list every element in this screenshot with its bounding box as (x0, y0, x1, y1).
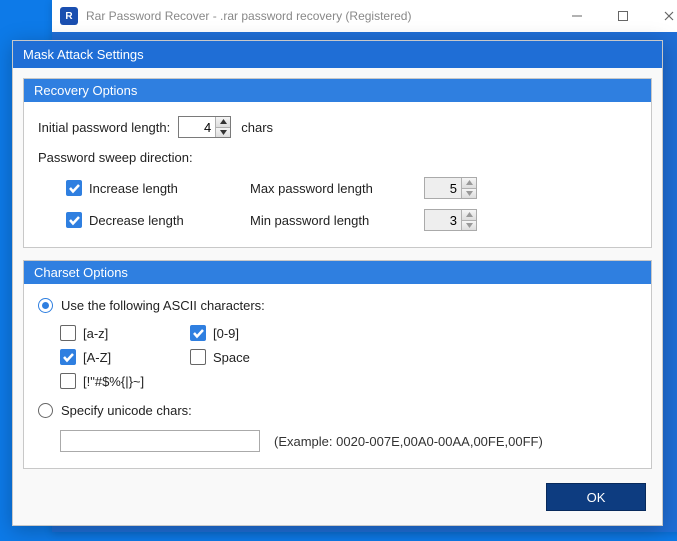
increase-length-checkbox[interactable]: Increase length (66, 180, 226, 196)
charset-group-title: Charset Options (24, 261, 651, 284)
charset-09-label: [0-9] (213, 326, 239, 341)
charset-AZ-checkbox[interactable]: [A-Z] (60, 349, 190, 365)
minimize-icon (572, 11, 582, 21)
ok-button[interactable]: OK (546, 483, 646, 511)
recovery-group-title: Recovery Options (24, 79, 651, 102)
ascii-radio-label: Use the following ASCII characters: (61, 298, 265, 313)
increase-length-label: Increase length (89, 181, 178, 196)
min-length-up[interactable] (462, 210, 476, 220)
charset-options-group: Charset Options Use the following ASCII … (23, 260, 652, 469)
radio-icon (38, 298, 53, 313)
maximize-icon (618, 11, 628, 21)
initial-length-down[interactable] (216, 127, 230, 138)
app-icon: R (60, 7, 78, 25)
dialog-title: Mask Attack Settings (13, 41, 662, 68)
check-icon (66, 212, 82, 228)
check-icon (60, 373, 76, 389)
min-length-input[interactable] (425, 210, 461, 230)
sweep-direction-label: Password sweep direction: (38, 150, 193, 165)
charset-az-checkbox[interactable]: [a-z] (60, 325, 190, 341)
charset-symbols-checkbox[interactable]: [!"#$%{|}~] (60, 373, 190, 389)
decrease-length-label: Decrease length (89, 213, 184, 228)
maximize-button[interactable] (600, 0, 646, 32)
mask-attack-dialog: Mask Attack Settings Recovery Options In… (12, 40, 663, 526)
unicode-example: (Example: 0020-007E,00A0-00AA,00FE,00FF) (274, 434, 543, 449)
unicode-radio-label: Specify unicode chars: (61, 403, 192, 418)
initial-length-input[interactable] (179, 117, 215, 137)
check-icon (66, 180, 82, 196)
chars-suffix: chars (241, 120, 273, 135)
close-button[interactable] (646, 0, 677, 32)
radio-icon (38, 403, 53, 418)
check-icon (190, 325, 206, 341)
charset-symbols-label: [!"#$%{|}~] (83, 374, 144, 389)
unicode-radio[interactable]: Specify unicode chars: (38, 403, 192, 418)
max-length-spinner[interactable] (424, 177, 477, 199)
max-length-down[interactable] (462, 188, 476, 199)
min-length-spinner[interactable] (424, 209, 477, 231)
minimize-button[interactable] (554, 0, 600, 32)
decrease-length-checkbox[interactable]: Decrease length (66, 212, 226, 228)
window-title: Rar Password Recover - .rar password rec… (86, 9, 554, 23)
close-icon (664, 11, 674, 21)
initial-length-label: Initial password length: (38, 120, 170, 135)
check-icon (190, 349, 206, 365)
max-length-input[interactable] (425, 178, 461, 198)
check-icon (60, 325, 76, 341)
min-length-down[interactable] (462, 220, 476, 231)
ascii-radio[interactable]: Use the following ASCII characters: (38, 298, 265, 313)
charset-az-label: [a-z] (83, 326, 108, 341)
titlebar: R Rar Password Recover - .rar password r… (52, 0, 677, 32)
charset-09-checkbox[interactable]: [0-9] (190, 325, 320, 341)
charset-space-label: Space (213, 350, 250, 365)
charset-space-checkbox[interactable]: Space (190, 349, 320, 365)
unicode-input[interactable] (60, 430, 260, 452)
max-length-up[interactable] (462, 178, 476, 188)
recovery-options-group: Recovery Options Initial password length… (23, 78, 652, 248)
check-icon (60, 349, 76, 365)
min-length-label: Min password length (250, 213, 400, 228)
dialog-body: Recovery Options Initial password length… (13, 68, 662, 525)
charset-AZ-label: [A-Z] (83, 350, 111, 365)
max-length-label: Max password length (250, 181, 400, 196)
initial-length-up[interactable] (216, 117, 230, 127)
initial-length-spinner[interactable] (178, 116, 231, 138)
